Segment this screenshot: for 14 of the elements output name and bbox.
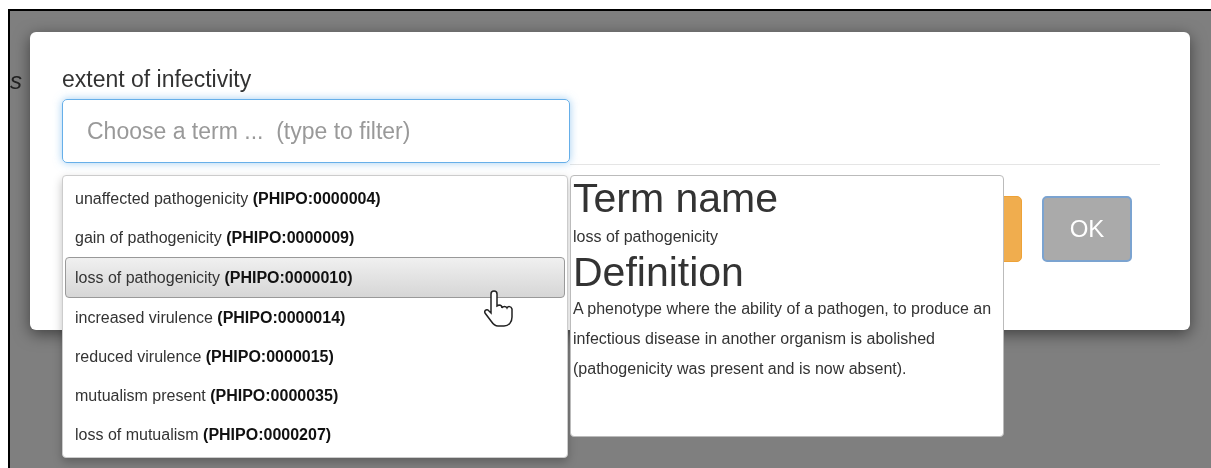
dropdown-item[interactable]: unaffected pathogenicity (PHIPO:0000004) [65, 179, 565, 218]
dropdown-item[interactable]: loss of mutualism (PHIPO:0000207) [65, 415, 565, 454]
dropdown-item[interactable]: increased virulence (PHIPO:0000014) [65, 298, 565, 337]
term-name: loss of pathogenicity [573, 227, 719, 247]
dropdown-item[interactable]: loss of pathogenicity (PHIPO:0000010) [65, 257, 565, 298]
dropdown-item[interactable]: mutualism present (PHIPO:0000035) [65, 376, 565, 415]
definition-text: A phenotype where the ability of a pathogen, to produce an infectious disease in another organism is abolished (pathogenicity was present and is now absent). [573, 299, 993, 379]
field-label: extent of infectivity [62, 65, 253, 93]
background-text: s [10, 66, 22, 96]
definition-heading: Definition [573, 250, 745, 294]
term-input[interactable]: Choose a term ... (type to filter) [62, 99, 570, 163]
dropdown-item[interactable]: reduced virulence (PHIPO:0000015) [65, 337, 565, 376]
term-name-heading: Term name [573, 176, 780, 220]
dropdown-item[interactable]: gain of pathogenicity (PHIPO:0000009) [65, 218, 565, 257]
